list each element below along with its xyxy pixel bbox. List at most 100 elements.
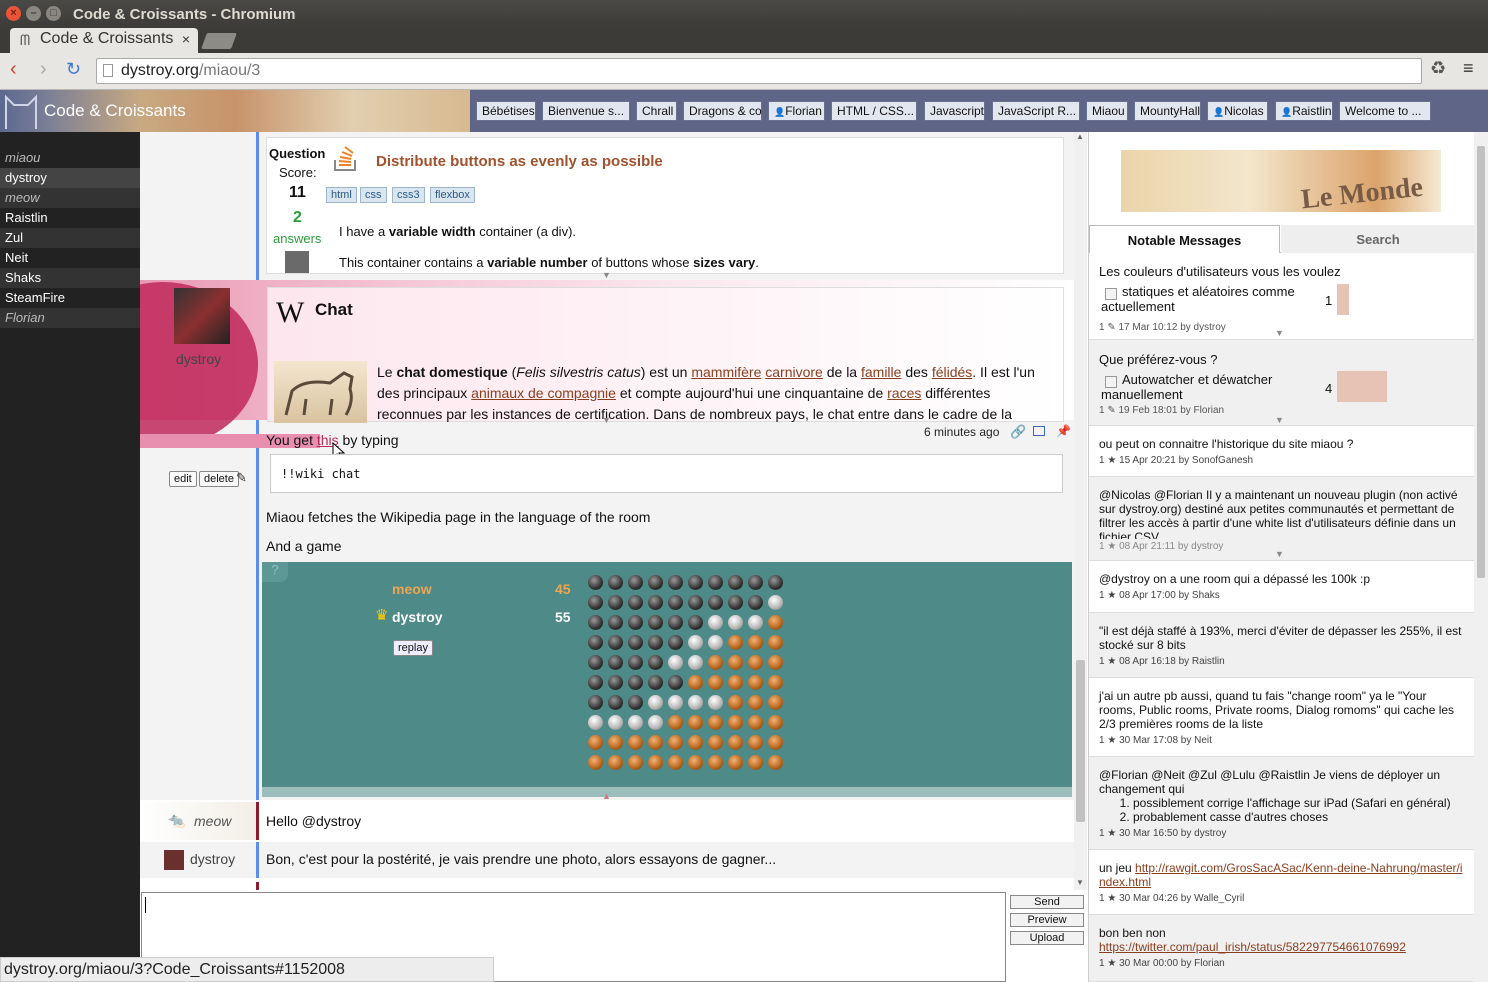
board-piece[interactable] bbox=[608, 575, 623, 590]
tab-search[interactable]: Search bbox=[1281, 225, 1474, 253]
board-piece[interactable] bbox=[728, 715, 743, 730]
board-piece[interactable] bbox=[708, 615, 723, 630]
board-piece[interactable] bbox=[648, 755, 663, 770]
board-piece[interactable] bbox=[648, 715, 663, 730]
board-piece[interactable] bbox=[668, 675, 683, 690]
board-piece[interactable] bbox=[728, 675, 743, 690]
expand-icon[interactable]: ▼ bbox=[1275, 415, 1284, 425]
board-piece[interactable] bbox=[728, 695, 743, 710]
back-icon[interactable]: ‹ bbox=[10, 58, 17, 81]
game-help-button[interactable]: ? bbox=[262, 562, 288, 582]
room-button[interactable]: 👤Florian bbox=[768, 101, 825, 121]
board-piece[interactable] bbox=[588, 715, 603, 730]
board-piece[interactable] bbox=[628, 595, 643, 610]
room-button[interactable]: MountyHall bbox=[1134, 101, 1201, 121]
delete-button[interactable]: delete bbox=[199, 471, 239, 487]
game-board[interactable] bbox=[588, 575, 788, 775]
board-piece[interactable] bbox=[668, 655, 683, 670]
board-piece[interactable] bbox=[748, 675, 763, 690]
author-name[interactable]: dystroy bbox=[190, 851, 235, 867]
room-button[interactable]: Bébétises bbox=[476, 101, 536, 121]
board-piece[interactable] bbox=[608, 595, 623, 610]
board-piece[interactable] bbox=[768, 635, 783, 650]
board-piece[interactable] bbox=[768, 755, 783, 770]
notable-message[interactable]: j'ai un autre pb aussi, quand tu fais "c… bbox=[1089, 678, 1474, 757]
board-piece[interactable] bbox=[588, 575, 603, 590]
board-piece[interactable] bbox=[668, 595, 683, 610]
board-piece[interactable] bbox=[688, 635, 703, 650]
board-piece[interactable] bbox=[648, 595, 663, 610]
room-button[interactable]: Chrall bbox=[636, 101, 677, 121]
scrollbar-thumb[interactable] bbox=[1076, 660, 1085, 822]
miaou-logo-icon[interactable] bbox=[2, 91, 40, 131]
new-tab-button[interactable] bbox=[201, 33, 237, 49]
reply-window-icon[interactable] bbox=[1033, 426, 1045, 436]
board-piece[interactable] bbox=[728, 595, 743, 610]
link-icon[interactable]: 🔗 bbox=[1010, 424, 1026, 440]
room-button[interactable]: Welcome to ... bbox=[1339, 101, 1431, 121]
replay-button[interactable]: replay bbox=[393, 640, 433, 656]
forward-icon[interactable]: › bbox=[40, 58, 47, 81]
board-piece[interactable] bbox=[748, 695, 763, 710]
board-piece[interactable] bbox=[728, 755, 743, 770]
board-piece[interactable] bbox=[748, 575, 763, 590]
user-item[interactable]: Raistlin bbox=[0, 208, 140, 228]
board-piece[interactable] bbox=[728, 635, 743, 650]
user-item[interactable]: Zul bbox=[0, 228, 140, 248]
board-piece[interactable] bbox=[588, 675, 603, 690]
expand-icon[interactable]: ▼ bbox=[602, 415, 611, 425]
reload-icon[interactable]: ↻ bbox=[66, 59, 81, 80]
room-button[interactable]: Bienvenue s... bbox=[542, 101, 630, 121]
close-window-icon[interactable]: × bbox=[6, 6, 21, 21]
board-piece[interactable] bbox=[708, 715, 723, 730]
board-piece[interactable] bbox=[708, 655, 723, 670]
board-piece[interactable] bbox=[648, 675, 663, 690]
browser-tab[interactable]: ᗰ Code & Croissants × bbox=[10, 28, 198, 53]
board-piece[interactable] bbox=[768, 575, 783, 590]
board-piece[interactable] bbox=[708, 635, 723, 650]
board-piece[interactable] bbox=[628, 655, 643, 670]
wiki-link[interactable]: famille bbox=[861, 364, 901, 380]
question-title[interactable]: Distribute buttons as evenly as possible bbox=[376, 153, 663, 170]
board-piece[interactable] bbox=[608, 735, 623, 750]
board-piece[interactable] bbox=[668, 575, 683, 590]
room-button[interactable]: Javascript bbox=[924, 101, 985, 121]
send-button[interactable]: Send bbox=[1010, 895, 1084, 909]
tag[interactable]: flexbox bbox=[430, 187, 475, 203]
collapse-icon[interactable]: ▲ bbox=[602, 791, 611, 801]
board-piece[interactable] bbox=[628, 715, 643, 730]
expand-icon[interactable]: ▼ bbox=[1275, 549, 1284, 559]
right-panel-scrollbar[interactable] bbox=[1474, 132, 1488, 982]
expand-icon[interactable]: ▼ bbox=[602, 270, 611, 280]
note-link[interactable]: https://twitter.com/paul_irish/status/58… bbox=[1099, 940, 1465, 954]
board-piece[interactable] bbox=[688, 715, 703, 730]
board-piece[interactable] bbox=[688, 595, 703, 610]
board-piece[interactable] bbox=[648, 635, 663, 650]
maximize-window-icon[interactable]: □ bbox=[46, 6, 61, 21]
board-piece[interactable] bbox=[668, 635, 683, 650]
board-piece[interactable] bbox=[668, 715, 683, 730]
board-piece[interactable] bbox=[668, 755, 683, 770]
notable-message[interactable]: ou peut on connaitre l'historique du sit… bbox=[1089, 426, 1474, 477]
board-piece[interactable] bbox=[688, 575, 703, 590]
board-piece[interactable] bbox=[688, 675, 703, 690]
board-piece[interactable] bbox=[608, 715, 623, 730]
expand-icon[interactable]: ▼ bbox=[1275, 328, 1284, 338]
board-piece[interactable] bbox=[608, 755, 623, 770]
wiki-link[interactable]: mammifère bbox=[691, 364, 761, 380]
board-piece[interactable] bbox=[728, 655, 743, 670]
notable-message[interactable]: @Nicolas @Florian Il y a maintenant un n… bbox=[1089, 477, 1474, 561]
note-link[interactable]: http://rawgit.com/GrosSacASac/Kenn-deine… bbox=[1099, 861, 1463, 889]
room-button[interactable]: Dragons & co bbox=[683, 101, 762, 121]
board-piece[interactable] bbox=[708, 735, 723, 750]
board-piece[interactable] bbox=[608, 655, 623, 670]
wiki-link[interactable]: races bbox=[887, 385, 921, 401]
board-piece[interactable] bbox=[768, 655, 783, 670]
board-piece[interactable] bbox=[608, 675, 623, 690]
board-piece[interactable] bbox=[688, 735, 703, 750]
room-button[interactable]: 👤Raistlin bbox=[1275, 101, 1333, 121]
board-piece[interactable] bbox=[588, 595, 603, 610]
author-name[interactable]: meow bbox=[194, 813, 231, 829]
close-tab-icon[interactable]: × bbox=[182, 31, 190, 47]
user-item[interactable]: meow bbox=[0, 188, 140, 208]
